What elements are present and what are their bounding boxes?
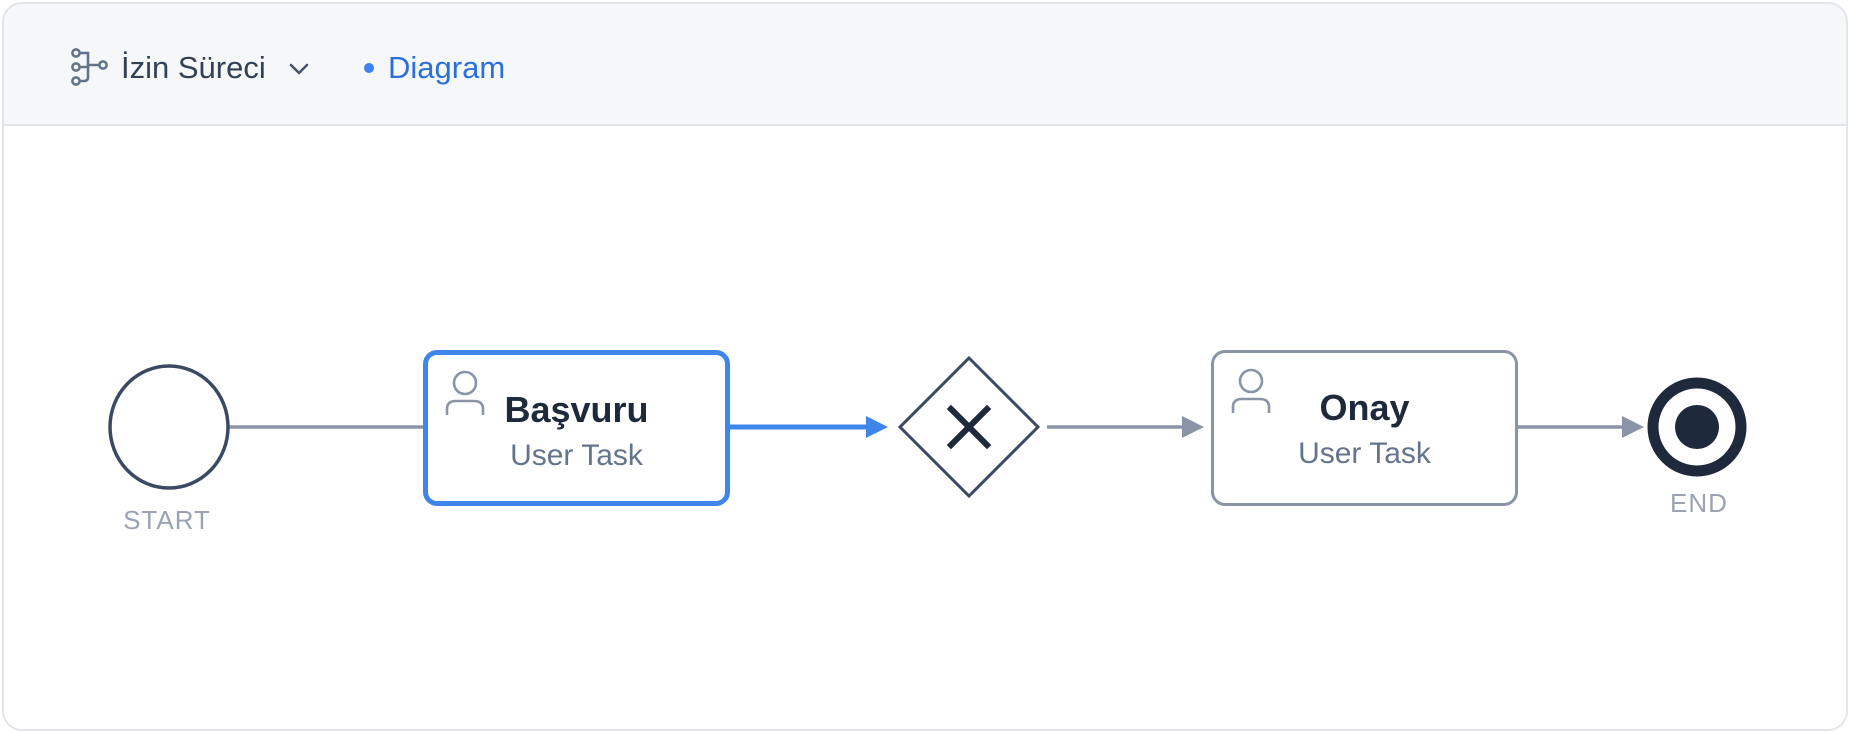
start-event[interactable] [108, 364, 230, 490]
task-title: Onay [1319, 387, 1410, 428]
flow-end-arrowhead [1622, 416, 1644, 438]
end-label: END [1670, 488, 1728, 518]
diagram-canvas [108, 355, 1747, 499]
flow-basvuru-arrowhead [866, 416, 888, 438]
end-event[interactable] [1647, 377, 1747, 477]
task-type: User Task [510, 439, 643, 472]
task-title: Başvuru [504, 389, 649, 430]
task-basvuru[interactable]: Başvuru User Task [423, 350, 730, 506]
task-onay[interactable]: Onay User Task [1211, 350, 1518, 506]
exclusive-gateway[interactable] [897, 355, 1041, 499]
start-label: START [123, 505, 211, 535]
task-type: User Task [1298, 437, 1431, 470]
flow-gateway-arrowhead [1182, 416, 1204, 438]
